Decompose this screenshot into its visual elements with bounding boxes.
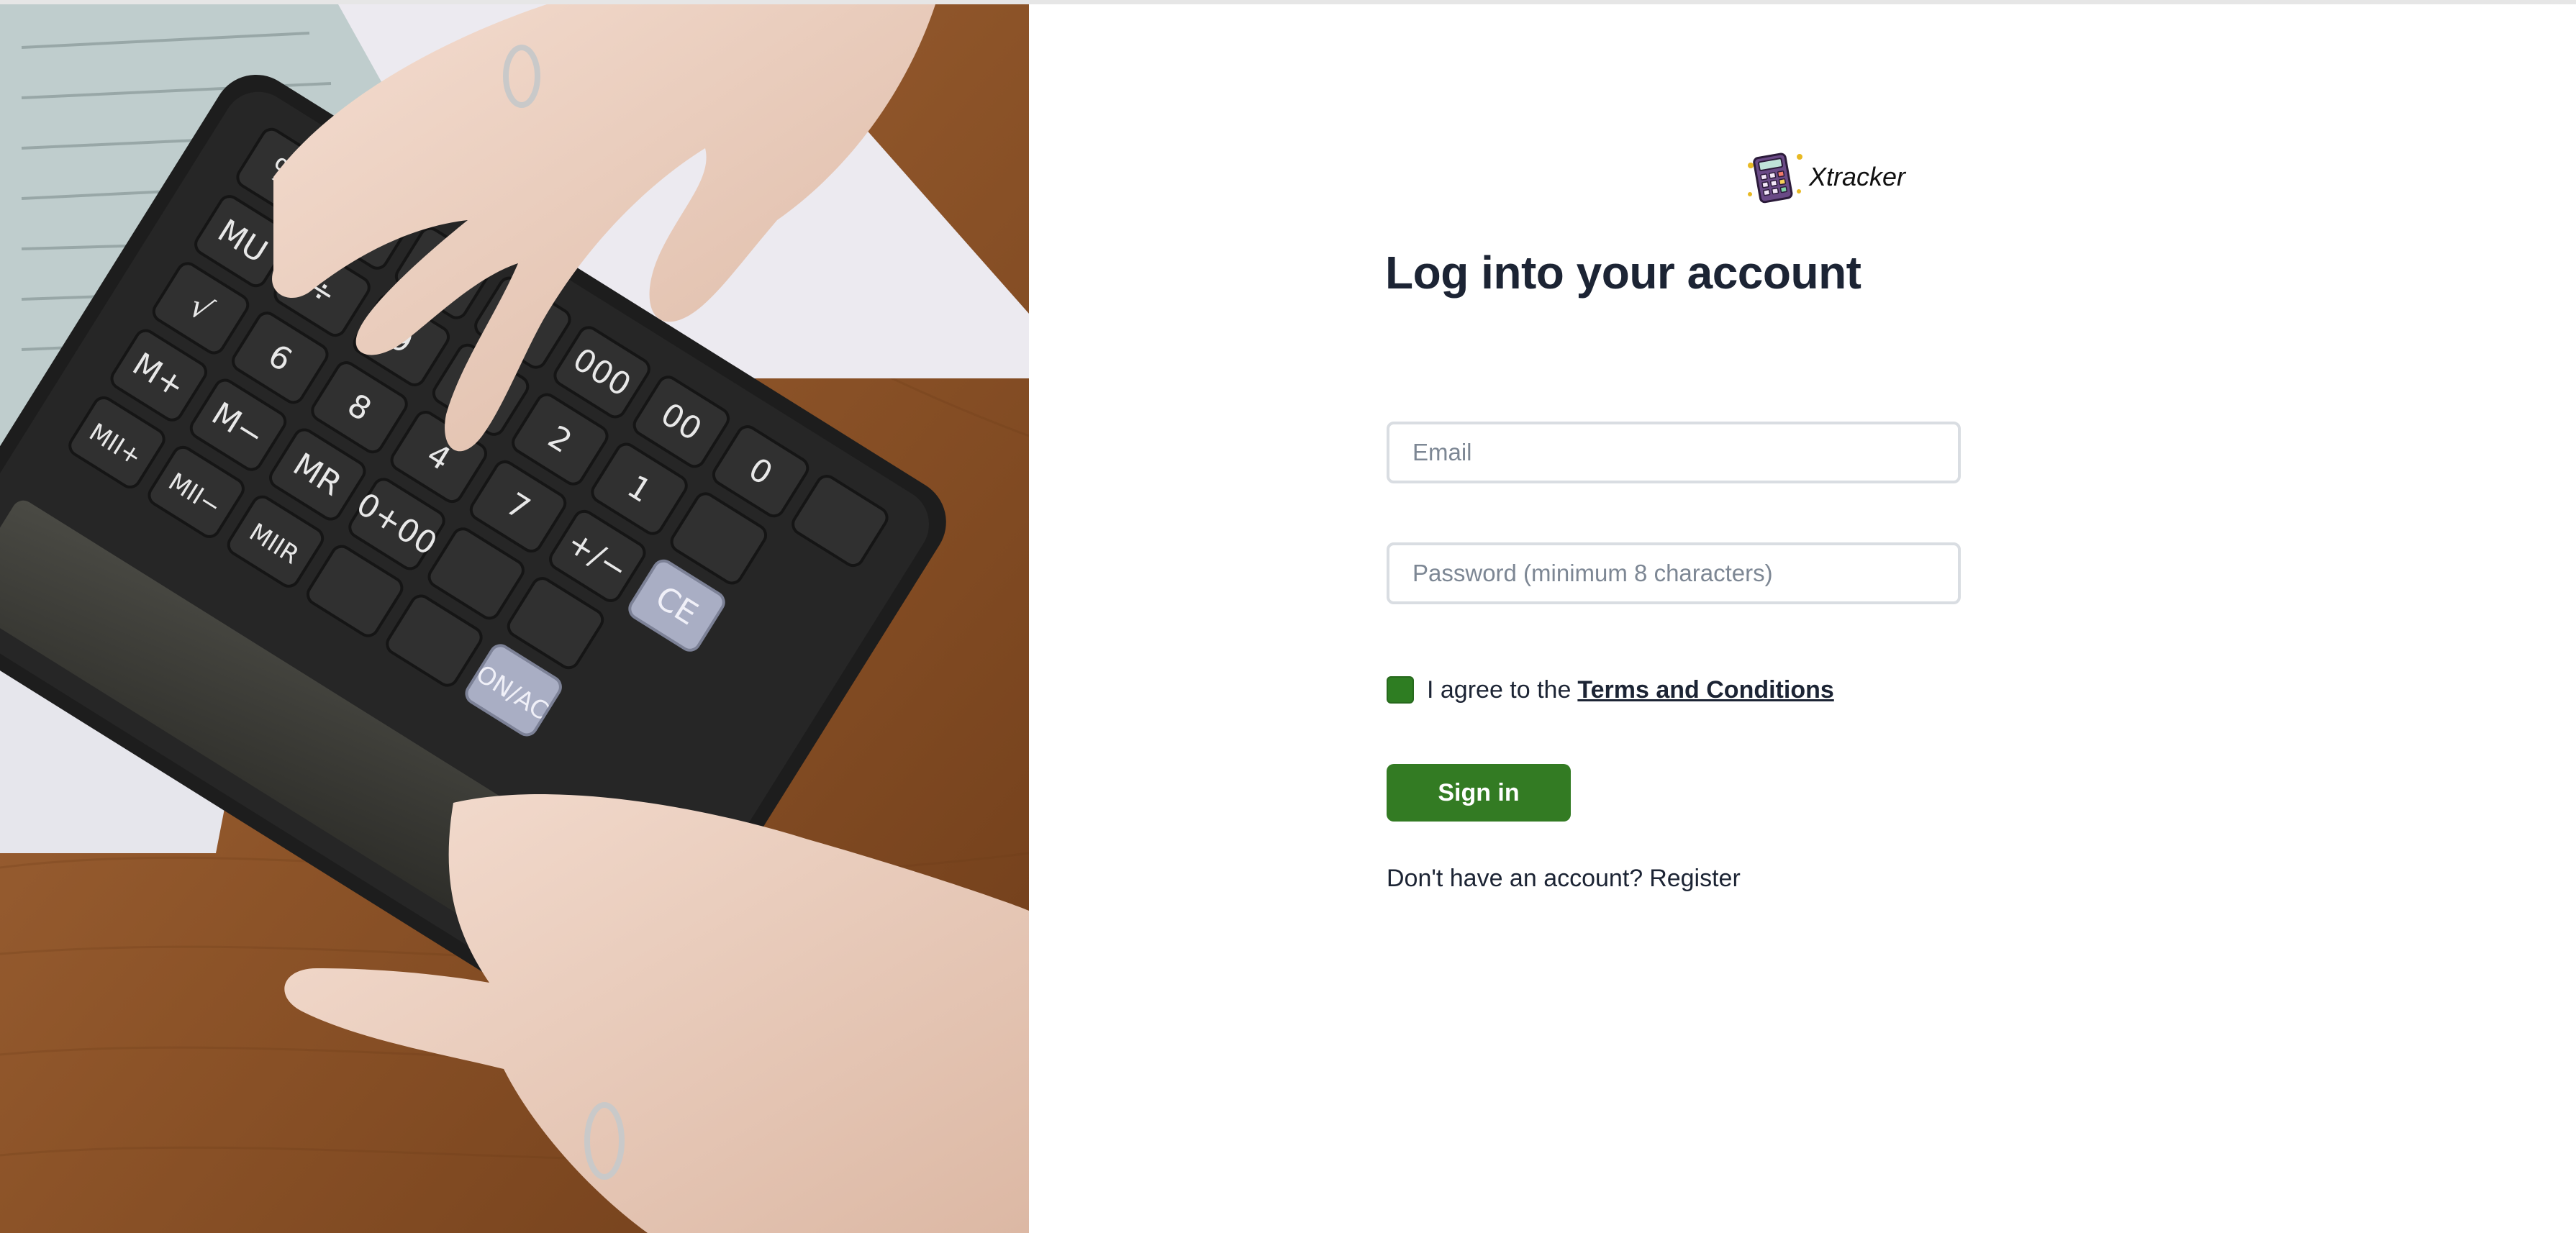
- sign-in-button[interactable]: Sign in: [1387, 764, 1571, 822]
- terms-checkbox[interactable]: [1387, 676, 1414, 704]
- terms-agreement: I agree to the Terms and Conditions: [1387, 672, 1834, 708]
- password-input[interactable]: [1387, 542, 1961, 604]
- hero-photo-illustration: % × − + 000 00 0 MU ÷ 9 5 2 1 √ 6 8 4: [0, 4, 1029, 1233]
- page-title: Log into your account: [1385, 247, 1861, 299]
- login-page: % × − + 000 00 0 MU ÷ 9 5 2 1 √ 6 8 4: [0, 0, 2576, 1233]
- terms-agree-label: I agree to the: [1427, 675, 1572, 704]
- calculator-icon: [1748, 153, 1802, 204]
- brand-name: Xtracker: [1809, 162, 1906, 191]
- register-link[interactable]: Register: [1649, 865, 1741, 893]
- register-prompt: Don't have an account? Register: [1387, 865, 1741, 893]
- terms-link[interactable]: Terms and Conditions: [1577, 676, 1833, 704]
- hero-photo: % × − + 000 00 0 MU ÷ 9 5 2 1 √ 6 8 4: [0, 4, 1029, 1233]
- register-prompt-text: Don't have an account?: [1387, 865, 1643, 892]
- email-input[interactable]: [1387, 422, 1961, 483]
- brand-logo[interactable]: Xtracker: [1744, 147, 1905, 207]
